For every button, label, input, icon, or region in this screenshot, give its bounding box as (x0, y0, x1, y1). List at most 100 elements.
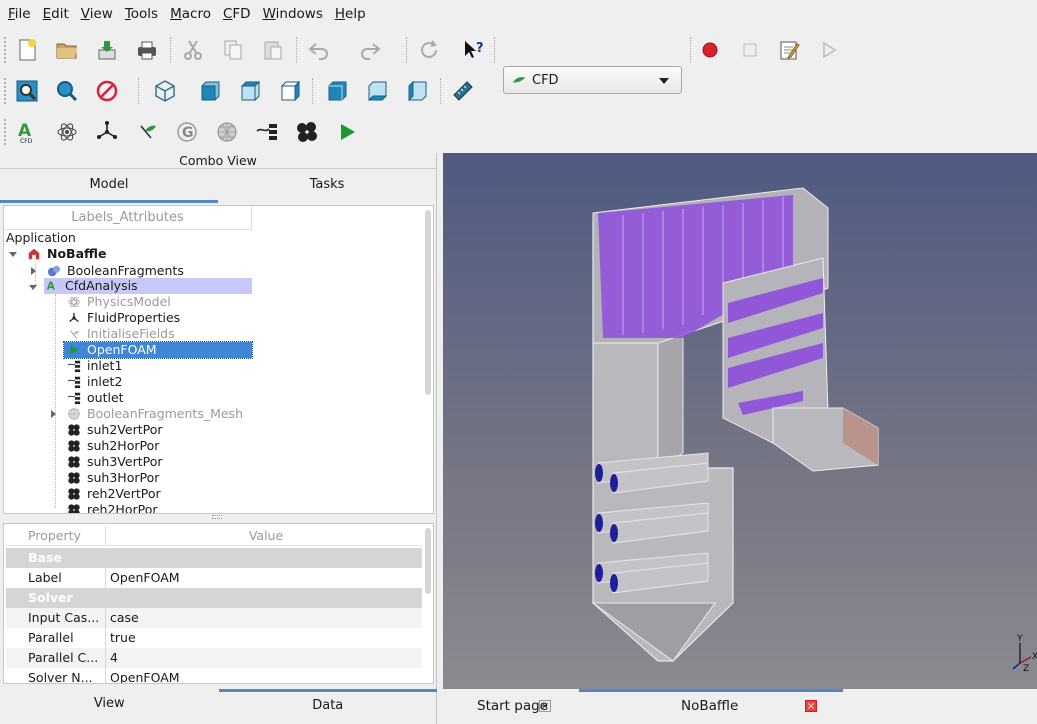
fit-all-button[interactable] (12, 76, 42, 106)
toolbar-grip[interactable] (4, 37, 7, 63)
refresh-button[interactable] (414, 35, 444, 65)
measure-distance-button[interactable] (448, 76, 478, 106)
property-row-parallel-cores[interactable]: Parallel C... 4 (6, 648, 422, 668)
tab-start-page[interactable]: Start page (477, 689, 548, 724)
close-icon[interactable]: × (805, 700, 817, 712)
undo-button[interactable] (304, 35, 334, 65)
tree-item-suh2horpor[interactable]: suh2HorPor (66, 438, 159, 454)
boundary-icon (256, 124, 277, 140)
menu-help[interactable]: Help (329, 0, 372, 28)
view-right-button[interactable] (275, 76, 305, 106)
new-document-button[interactable] (12, 35, 42, 65)
property-scrollbar[interactable] (425, 528, 431, 594)
value-column-header[interactable]: Value (106, 526, 422, 545)
view-isometric-button[interactable] (150, 76, 180, 106)
property-row-input-case[interactable]: Input Cas... case (6, 608, 422, 628)
boundary-condition-button[interactable] (252, 117, 282, 147)
tree-item-booleanfragments[interactable]: BooleanFragments (46, 263, 184, 279)
menu-edit[interactable]: Edit (37, 0, 75, 28)
solver-button[interactable] (332, 117, 362, 147)
menu-cfd[interactable]: CFD (217, 0, 257, 28)
property-value[interactable]: OpenFOAM (106, 668, 180, 683)
paste-button[interactable] (258, 35, 288, 65)
expand-arrow-icon[interactable] (31, 267, 36, 275)
view-front-button[interactable] (195, 76, 225, 106)
tab-view[interactable]: View (0, 689, 219, 719)
tree-item-inlet1[interactable]: inlet1 (66, 358, 122, 374)
file-toolbar: ? CFD (0, 30, 1037, 94)
property-row-parallel[interactable]: Parallel true (6, 628, 422, 648)
open-button[interactable] (52, 35, 82, 65)
property-value[interactable]: OpenFOAM (106, 568, 180, 588)
initialise-fields-button[interactable] (132, 117, 162, 147)
tree-item-inlet2[interactable]: inlet2 (66, 374, 122, 390)
property-group-base[interactable]: Base (6, 548, 422, 568)
copy-button[interactable] (218, 35, 248, 65)
tab-nobaffle[interactable]: NoBaffle (681, 689, 738, 724)
redo-icon (361, 43, 381, 60)
fluid-properties-button[interactable] (92, 117, 122, 147)
tree-item-reh2vertpor[interactable]: reh2VertPor (66, 486, 161, 502)
porous-zone-button[interactable] (292, 117, 322, 147)
cut-button[interactable] (178, 35, 208, 65)
tree-item-suh3vertpor[interactable]: suh3VertPor (66, 454, 163, 470)
tree-item-physicsmodel[interactable]: PhysicsModel (66, 294, 171, 310)
property-column-header[interactable]: Property (6, 526, 106, 545)
save-button[interactable] (92, 35, 122, 65)
fit-selection-button[interactable] (52, 76, 82, 106)
tab-tasks[interactable]: Tasks (218, 169, 436, 203)
tree-scrollbar[interactable] (425, 210, 431, 395)
menu-view[interactable]: View (75, 0, 119, 28)
collapse-arrow-icon[interactable] (9, 252, 17, 257)
tree-item-reh2horpor[interactable]: reh2HorPor (66, 502, 158, 513)
tree-item-cfdanalysis[interactable]: A CfdAnalysis (44, 278, 252, 294)
tree-item-openfoam[interactable]: OpenFOAM (63, 341, 253, 359)
tree-document-nobaffle[interactable]: NoBaffle (26, 246, 106, 262)
collapse-arrow-icon[interactable] (29, 285, 37, 290)
property-group-solver[interactable]: Solver (6, 588, 422, 608)
view-left-button[interactable] (402, 76, 432, 106)
property-row-solver-name[interactable]: Solver N... OpenFOAM (6, 668, 422, 683)
toolbar-grip[interactable] (4, 78, 7, 104)
expand-arrow-icon[interactable] (51, 410, 56, 418)
macro-execute-button[interactable] (814, 35, 844, 65)
property-value[interactable]: 4 (106, 648, 118, 668)
tab-data[interactable]: Data (218, 689, 437, 719)
property-value[interactable]: case (106, 608, 139, 628)
cfd-analysis-button[interactable]: A CFD (12, 117, 42, 147)
macro-edit-button[interactable] (774, 35, 804, 65)
redo-button[interactable] (355, 35, 385, 65)
draw-style-button[interactable] (92, 76, 122, 106)
tree-item-suh2vertpor[interactable]: suh2VertPor (66, 422, 163, 438)
3d-viewport[interactable]: Y X Z (443, 153, 1037, 689)
tree-column-header[interactable]: Labels_Attributes (4, 206, 252, 230)
physics-model-button[interactable] (52, 117, 82, 147)
print-button[interactable] (132, 35, 162, 65)
macro-record-button[interactable] (695, 35, 725, 65)
whats-this-button[interactable]: ? (459, 35, 489, 65)
mesh-gmsh-button[interactable]: G (172, 117, 202, 147)
close-icon[interactable]: × (539, 700, 551, 712)
tree-item-outlet[interactable]: outlet (66, 390, 124, 406)
tree-item-booleanfragments-mesh[interactable]: BooleanFragments_Mesh (66, 406, 243, 422)
tree-item-suh3horpor[interactable]: suh3HorPor (66, 470, 159, 486)
menu-file[interactable]: File (2, 0, 37, 28)
tab-model[interactable]: Model (0, 169, 218, 203)
mesh-cfmesh-button[interactable] (212, 117, 242, 147)
view-rear-button[interactable] (322, 76, 352, 106)
menu-tools[interactable]: Tools (119, 0, 164, 28)
property-row-label[interactable]: Label OpenFOAM (6, 568, 422, 588)
menu-macro[interactable]: Macro (164, 0, 217, 28)
view-top-button[interactable] (235, 76, 265, 106)
tree-item-fluidproperties[interactable]: FluidProperties (66, 310, 180, 326)
panel-splitter-handle[interactable] (212, 515, 222, 519)
menu-windows[interactable]: Windows (257, 0, 329, 28)
tree-item-label: PhysicsModel (87, 294, 171, 309)
toolbar-grip[interactable] (4, 119, 7, 145)
macro-stop-button[interactable] (735, 35, 765, 65)
tab-label: NoBaffle (681, 698, 739, 714)
property-value[interactable]: true (106, 628, 136, 648)
tree-item-initialisefields[interactable]: InitialiseFields (66, 326, 175, 342)
tree-root-application[interactable]: Application (6, 230, 76, 246)
view-bottom-button[interactable] (362, 76, 392, 106)
